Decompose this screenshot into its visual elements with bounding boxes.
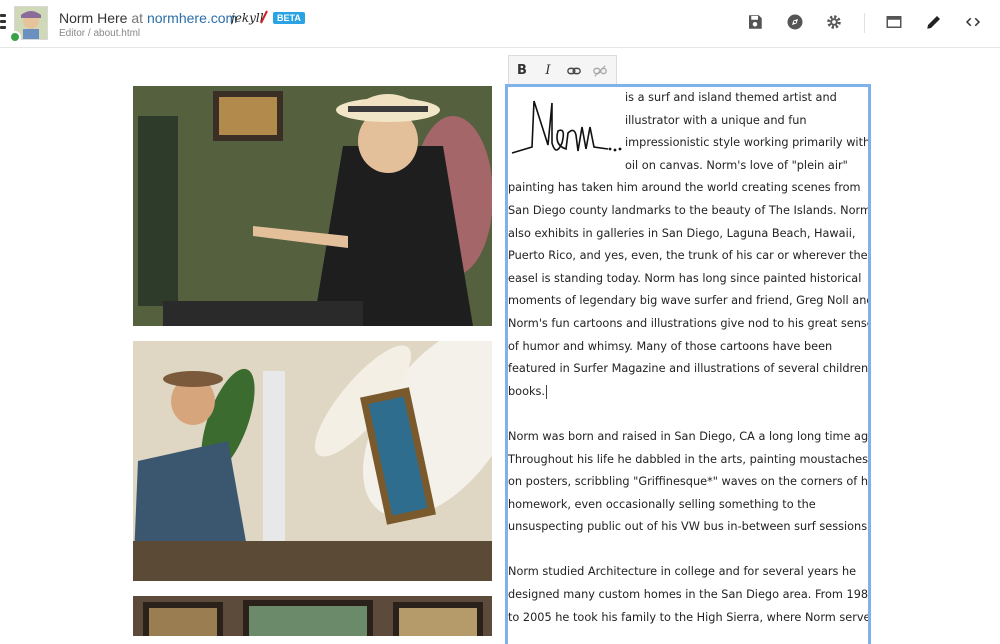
format-toolbar: B I xyxy=(508,55,617,85)
text-line: oil on canvas. Norm's love of "plein air… xyxy=(625,158,848,172)
text-line: homework, even occasionally selling some… xyxy=(508,497,816,511)
text-line: illustrator with a unique and fun xyxy=(625,113,807,127)
text-caret xyxy=(546,384,548,399)
unlink-icon[interactable] xyxy=(587,63,613,79)
browser-window-icon[interactable] xyxy=(884,12,904,32)
text-line: also exhibits in galleries in San Diego,… xyxy=(508,226,856,240)
text-line-with-caret: books. xyxy=(508,381,868,404)
beta-badge: BETA xyxy=(273,12,305,24)
text-line: is a surf and island themed artist and xyxy=(625,91,837,104)
code-icon[interactable] xyxy=(963,12,983,32)
save-icon[interactable] xyxy=(745,12,765,32)
text-line: moments of legendary big wave surfer and… xyxy=(508,294,871,308)
text-line: designed many custom homes in the San Di… xyxy=(508,588,871,602)
text-line: on posters, scribbling "Griffinesque*" w… xyxy=(508,475,871,489)
text-line: Norm studied Architecture in college and… xyxy=(508,565,857,579)
jekyll-logo: jekyll xyxy=(228,9,269,30)
pencil-icon[interactable] xyxy=(924,12,944,32)
top-bar: Norm Here at normhere.com jekyll BETA Ed… xyxy=(0,0,1000,48)
menu-icon[interactable] xyxy=(0,14,6,30)
site-link[interactable]: normhere.com xyxy=(147,10,237,26)
gear-icon[interactable] xyxy=(824,12,844,32)
photo-artist-painting-outdoors xyxy=(133,86,492,326)
text-editor[interactable]: is a surf and island themed artist and i… xyxy=(505,84,871,644)
photo-gallery-frames xyxy=(133,596,492,636)
online-status-icon xyxy=(9,31,21,43)
at-word: at xyxy=(131,10,144,26)
text-line: Norm was born and raised in San Diego, C… xyxy=(508,429,871,443)
text-line: featured in Surfer Magazine and illustra… xyxy=(508,362,871,376)
text-line: San Diego county landmarks to the beauty… xyxy=(508,203,871,217)
site-title: Norm Here at normhere.com xyxy=(59,10,237,26)
text-line: painting has taken him around the world … xyxy=(508,181,861,195)
text-line: Norm's fun cartoons and illustrations gi… xyxy=(508,316,871,330)
text-line: unsuspecting public out of his VW bus in… xyxy=(508,520,871,534)
link-icon[interactable] xyxy=(561,63,587,79)
text-line: to 2005 he took his family to the High S… xyxy=(508,610,871,624)
bold-button[interactable]: B xyxy=(509,63,535,78)
italic-button[interactable]: I xyxy=(535,63,561,78)
paragraph-early-life: Norm was born and raised in San Diego, C… xyxy=(508,426,868,539)
text-line: impressionistic style working primarily … xyxy=(625,136,871,150)
compass-icon[interactable] xyxy=(785,12,805,32)
breadcrumb[interactable]: Editor / about.html xyxy=(59,28,140,39)
text-line: easel is standing today. Norm has long s… xyxy=(508,271,862,285)
text-line: Puerto Rico, and yes, even, the trunk of… xyxy=(508,249,868,263)
toolbar-divider xyxy=(864,13,865,33)
user-name: Norm Here xyxy=(59,10,128,26)
svg-text:jekyll: jekyll xyxy=(231,11,264,25)
paragraph-intro: is a surf and island themed artist and i… xyxy=(508,87,868,403)
text-line: of humor and whimsy. Many of those carto… xyxy=(508,339,833,353)
text-line: Throughout his life he dabbled in the ar… xyxy=(508,452,868,466)
text-line: books. xyxy=(508,384,546,398)
photo-artist-painting-surfboard xyxy=(133,341,492,581)
paragraph-career: Norm studied Architecture in college and… xyxy=(508,561,868,629)
editor-content[interactable]: is a surf and island themed artist and i… xyxy=(508,87,868,629)
